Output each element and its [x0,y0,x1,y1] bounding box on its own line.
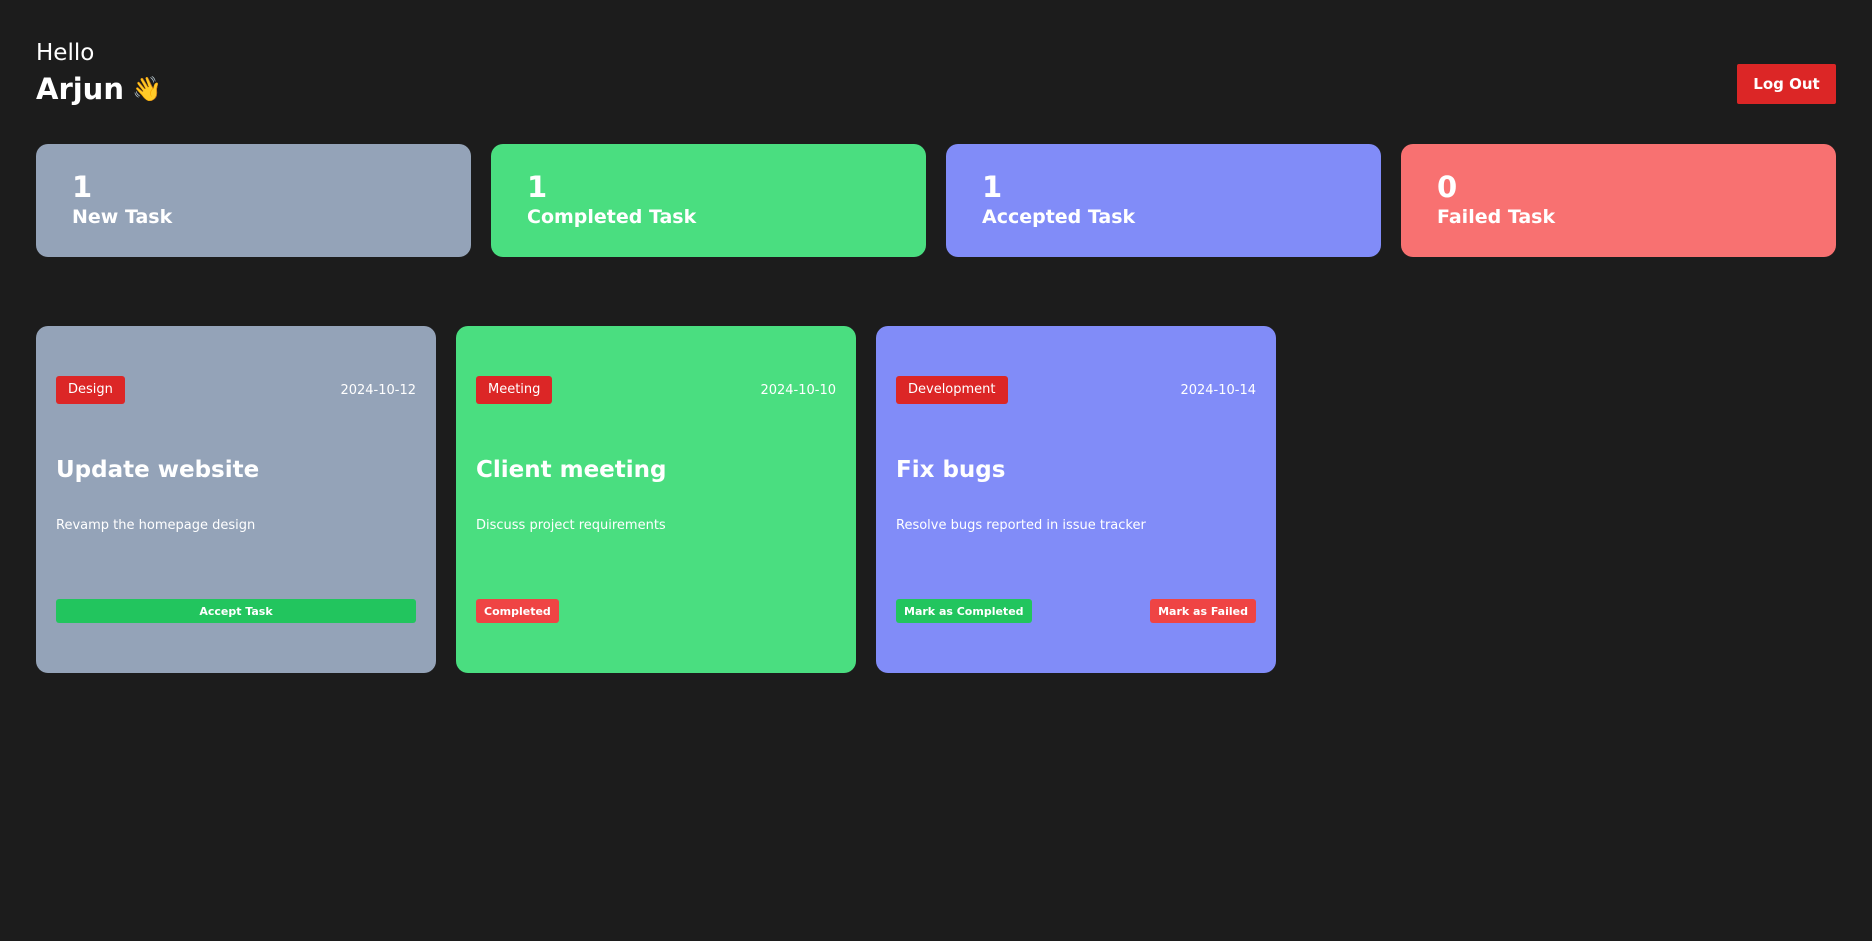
task-header: Meeting 2024-10-10 [476,376,836,404]
category-badge: Design [56,376,125,404]
greeting: Hello Arjun 👋 [36,36,162,108]
stat-card-failed: 0 Failed Task [1401,144,1836,257]
accept-task-button[interactable]: Accept Task [56,599,416,623]
stat-count: 1 [72,170,93,204]
task-actions: Mark as Completed Mark as Failed [896,599,1256,623]
task-title: Fix bugs [896,457,1006,483]
task-stats: 1 New Task 1 Completed Task 1 Accepted T… [36,144,1836,257]
stat-label: Completed Task [527,206,697,228]
greeting-hello: Hello [36,40,95,66]
header: Hello Arjun 👋 Log Out [36,36,1836,108]
category-badge: Meeting [476,376,553,404]
stat-count: 0 [1437,170,1458,204]
stat-label: New Task [72,206,173,228]
mark-failed-button[interactable]: Mark as Failed [1150,599,1256,623]
task-header: Design 2024-10-12 [56,376,416,404]
logout-button[interactable]: Log Out [1737,64,1836,104]
task-date: 2024-10-10 [760,382,836,398]
wave-hand-icon: 👋 [131,75,162,103]
stat-count: 1 [527,170,548,204]
task-card: Meeting 2024-10-10 Client meeting Discus… [456,326,856,673]
stat-label: Failed Task [1437,206,1556,228]
task-description: Resolve bugs reported in issue tracker [896,518,1146,533]
task-date: 2024-10-12 [340,382,416,398]
task-title: Update website [56,457,260,483]
task-date: 2024-10-14 [1180,382,1256,398]
task-description: Discuss project requirements [476,518,666,533]
stat-count: 1 [982,170,1003,204]
task-description: Revamp the homepage design [56,518,256,533]
task-actions: Accept Task [56,599,416,623]
mark-completed-button[interactable]: Mark as Completed [896,599,1032,623]
stat-card-new: 1 New Task [36,144,471,257]
stat-card-accepted: 1 Accepted Task [946,144,1381,257]
task-actions: Completed [476,599,836,623]
user-name: Arjun [36,72,124,106]
task-card: Design 2024-10-12 Update website Revamp … [36,326,436,673]
task-list: Design 2024-10-12 Update website Revamp … [36,326,1276,673]
stat-card-completed: 1 Completed Task [491,144,926,257]
stat-label: Accepted Task [982,206,1136,228]
task-title: Client meeting [476,457,667,483]
task-card: Development 2024-10-14 Fix bugs Resolve … [876,326,1276,673]
task-header: Development 2024-10-14 [896,376,1256,404]
dashboard-page: Hello Arjun 👋 Log Out 1 New Task 1 Compl… [0,0,1872,941]
completed-button[interactable]: Completed [476,599,559,623]
category-badge: Development [896,376,1008,404]
greeting-name-row: Arjun 👋 [36,70,162,108]
